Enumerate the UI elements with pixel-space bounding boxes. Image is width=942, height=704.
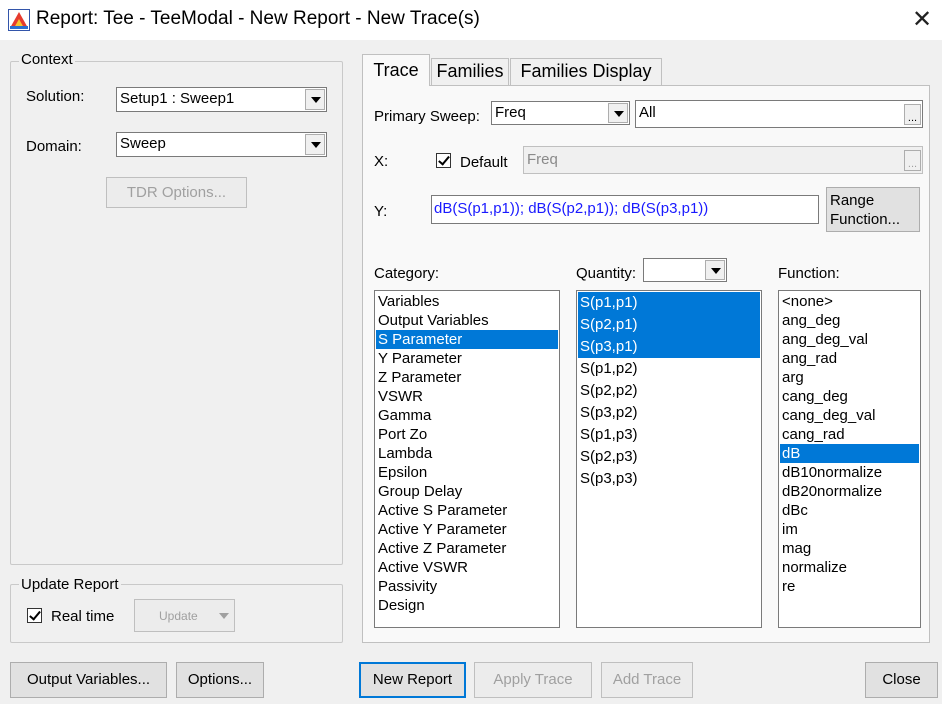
realtime-label[interactable]: Real time	[51, 608, 114, 625]
list-item[interactable]: dB	[780, 444, 919, 463]
tab-trace[interactable]: Trace	[362, 54, 430, 86]
quantity-filter-combo[interactable]	[643, 258, 727, 282]
y-label: Y:	[374, 203, 388, 220]
category-listbox[interactable]: Variables Output Variables S Parameter Y Pa…	[374, 290, 560, 628]
list-item[interactable]: S(p1,p1)	[578, 292, 760, 314]
options-button[interactable]: Options...	[176, 662, 264, 698]
list-item[interactable]: Design	[376, 596, 558, 615]
quantity-listbox[interactable]: S(p1,p1) S(p2,p1) S(p3,p1) S(p1,p2) S(p2,p2)…	[576, 290, 762, 628]
category-label: Category:	[374, 265, 440, 282]
app-icon	[8, 9, 30, 31]
range-function-line2: Function...	[830, 211, 901, 228]
chevron-down-icon[interactable]	[305, 89, 325, 110]
list-item[interactable]: Epsilon	[376, 463, 558, 482]
primary-sweep-combo[interactable]: Freq	[491, 101, 630, 125]
list-item[interactable]: S(p3,p3)	[578, 468, 760, 490]
y-expression-field[interactable]: dB(S(p1,p1)); dB(S(p2,p1)); dB(S(p3,p1))	[431, 195, 819, 224]
close-x-icon[interactable]: ✕	[906, 4, 938, 36]
list-item[interactable]: Active S Parameter	[376, 501, 558, 520]
list-item[interactable]: S(p3,p1)	[578, 336, 760, 358]
list-item[interactable]: Gamma	[376, 406, 558, 425]
primary-sweep-label: Primary Sweep:	[374, 108, 480, 125]
x-label: X:	[374, 153, 389, 170]
list-item[interactable]: S(p2,p1)	[578, 314, 760, 336]
list-item[interactable]: cang_rad	[780, 425, 919, 444]
list-item[interactable]: VSWR	[376, 387, 558, 406]
list-item[interactable]: S(p2,p2)	[578, 380, 760, 402]
x-value: Freq	[527, 151, 558, 168]
primary-sweep-range-ellipsis-button[interactable]: ...	[904, 104, 921, 125]
update-button-label: Update	[159, 609, 198, 623]
output-variables-button[interactable]: Output Variables...	[10, 662, 167, 698]
list-item[interactable]: arg	[780, 368, 919, 387]
list-item[interactable]: re	[780, 577, 919, 596]
x-default-checkbox[interactable]	[436, 153, 451, 168]
list-item[interactable]: cang_deg_val	[780, 406, 919, 425]
solution-label: Solution:	[26, 88, 85, 105]
update-report-group-label: Update Report	[19, 576, 121, 593]
chevron-down-icon[interactable]	[705, 260, 725, 280]
list-item[interactable]: normalize	[780, 558, 919, 577]
list-item[interactable]: S(p2,p3)	[578, 446, 760, 468]
list-item[interactable]: dB10normalize	[780, 463, 919, 482]
domain-value: Sweep	[120, 135, 166, 152]
list-item[interactable]: ang_rad	[780, 349, 919, 368]
function-listbox[interactable]: <none> ang_deg ang_deg_val ang_rad arg cang_d…	[778, 290, 921, 628]
primary-sweep-value: Freq	[495, 104, 526, 121]
context-group-label: Context	[19, 51, 75, 68]
domain-label: Domain:	[26, 138, 82, 155]
list-item[interactable]: mag	[780, 539, 919, 558]
list-item[interactable]: S Parameter	[376, 330, 558, 349]
apply-trace-button[interactable]: Apply Trace	[474, 662, 592, 698]
chevron-down-icon[interactable]	[305, 134, 325, 155]
list-item[interactable]: Active VSWR	[376, 558, 558, 577]
range-function-line1: Range	[830, 192, 875, 209]
domain-combo[interactable]: Sweep	[116, 132, 327, 157]
list-item[interactable]: dBc	[780, 501, 919, 520]
primary-sweep-range-value: All	[639, 104, 656, 121]
tab-families-display[interactable]: Families Display	[510, 58, 662, 85]
add-trace-button[interactable]: Add Trace	[601, 662, 693, 698]
list-item[interactable]: ang_deg_val	[780, 330, 919, 349]
title-bar: Report: Tee - TeeModal - New Report - Ne…	[0, 0, 942, 40]
realtime-checkbox[interactable]	[27, 608, 42, 623]
range-function-button[interactable]: Range Function...	[826, 187, 920, 232]
list-item[interactable]: S(p1,p3)	[578, 424, 760, 446]
new-report-button[interactable]: New Report	[359, 662, 466, 698]
solution-value: Setup1 : Sweep1	[120, 90, 235, 107]
list-item[interactable]: im	[780, 520, 919, 539]
close-button[interactable]: Close	[865, 662, 938, 698]
x-ellipsis-button: ...	[904, 150, 921, 171]
list-item[interactable]: S(p3,p2)	[578, 402, 760, 424]
list-item[interactable]: Group Delay	[376, 482, 558, 501]
solution-combo[interactable]: Setup1 : Sweep1	[116, 87, 327, 112]
list-item[interactable]: Active Y Parameter	[376, 520, 558, 539]
chevron-down-icon	[219, 613, 229, 619]
list-item[interactable]: <none>	[780, 292, 919, 311]
tdr-options-button[interactable]: TDR Options...	[106, 177, 247, 208]
list-item[interactable]: S(p1,p2)	[578, 358, 760, 380]
list-item[interactable]: dB20normalize	[780, 482, 919, 501]
list-item[interactable]: Active Z Parameter	[376, 539, 558, 558]
x-field: Freq	[523, 146, 923, 174]
list-item[interactable]: cang_deg	[780, 387, 919, 406]
x-default-label[interactable]: Default	[460, 154, 508, 171]
function-label: Function:	[778, 265, 840, 282]
list-item[interactable]: Lambda	[376, 444, 558, 463]
list-item[interactable]: Passivity	[376, 577, 558, 596]
list-item[interactable]: Variables	[376, 292, 558, 311]
list-item[interactable]: ang_deg	[780, 311, 919, 330]
list-item[interactable]: Z Parameter	[376, 368, 558, 387]
primary-sweep-range-field[interactable]: All	[635, 100, 923, 128]
chevron-down-icon[interactable]	[608, 103, 628, 123]
list-item[interactable]: Port Zo	[376, 425, 558, 444]
tab-families[interactable]: Families	[431, 58, 509, 85]
update-button[interactable]: Update	[134, 599, 235, 632]
y-expression-value: dB(S(p1,p1)); dB(S(p2,p1)); dB(S(p3,p1))	[434, 200, 709, 217]
window-title: Report: Tee - TeeModal - New Report - Ne…	[36, 8, 480, 29]
list-item[interactable]: Output Variables	[376, 311, 558, 330]
quantity-label: Quantity:	[576, 265, 637, 282]
list-item[interactable]: Y Parameter	[376, 349, 558, 368]
